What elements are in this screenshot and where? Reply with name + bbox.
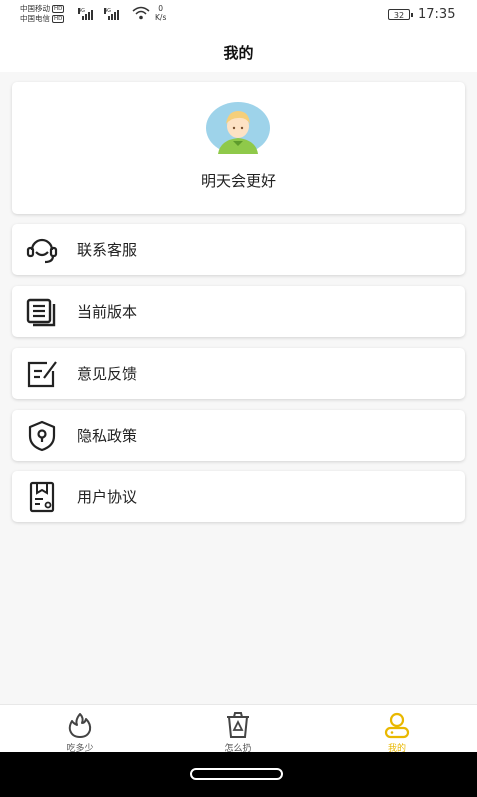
menu-item-privacy-policy[interactable]: 隐私政策 <box>12 410 465 461</box>
menu-item-customer-service[interactable]: 联系客服 <box>12 224 465 275</box>
menu-item-label: 用户协议 <box>77 488 138 506</box>
privacy-shield-icon <box>28 420 56 452</box>
user-avatar-icon <box>206 102 270 154</box>
carrier-info: 中国移动 HD 中国电信 HD <box>20 4 65 24</box>
menu-item-label: 当前版本 <box>77 303 138 321</box>
menu-item-current-version[interactable]: 当前版本 <box>12 286 465 337</box>
status-bar: 中国移动 HD 中国电信 HD 4G 4G 0 K/s 32 17:35 <box>0 0 477 30</box>
page-title: 我的 <box>223 44 254 62</box>
username: 明天会更好 <box>200 172 276 190</box>
signal-icon: 4G <box>104 8 119 20</box>
battery-icon: 32 <box>388 9 413 20</box>
tab-how-to-throw[interactable]: 怎么扔 <box>188 705 288 754</box>
tab-mine[interactable]: 我的 <box>347 705 447 754</box>
flame-icon <box>68 713 92 738</box>
status-time: 17:35 <box>418 7 456 22</box>
agreement-doc-icon <box>29 481 55 513</box>
menu-item-feedback[interactable]: 意见反馈 <box>12 348 465 399</box>
hd-badge: HD <box>52 5 65 13</box>
bottom-tab-bar: 吃多少 怎么扔 我的 <box>0 704 477 754</box>
menu-item-user-agreement[interactable]: 用户协议 <box>12 471 465 522</box>
wifi-icon <box>132 6 150 20</box>
carrier-1: 中国移动 <box>20 4 50 13</box>
feedback-edit-icon <box>27 361 57 388</box>
header: 我的 <box>0 30 477 72</box>
headset-icon <box>26 238 58 264</box>
profile-card[interactable]: 明天会更好 <box>12 82 465 214</box>
menu-item-label: 隐私政策 <box>77 427 138 445</box>
signal-icon: 4G <box>78 8 93 20</box>
person-icon <box>384 712 410 739</box>
carrier-2: 中国电信 <box>20 14 50 23</box>
hd-badge: HD <box>52 15 65 23</box>
menu-item-label: 联系客服 <box>77 241 138 259</box>
menu-item-label: 意见反馈 <box>77 365 138 383</box>
version-list-icon <box>26 298 56 327</box>
tab-eat-how-much[interactable]: 吃多少 <box>30 705 130 754</box>
trash-bin-icon <box>227 712 249 738</box>
system-nav-bar <box>0 752 477 797</box>
home-gesture-bar[interactable] <box>190 768 283 780</box>
network-speed: 0 K/s <box>155 4 167 22</box>
